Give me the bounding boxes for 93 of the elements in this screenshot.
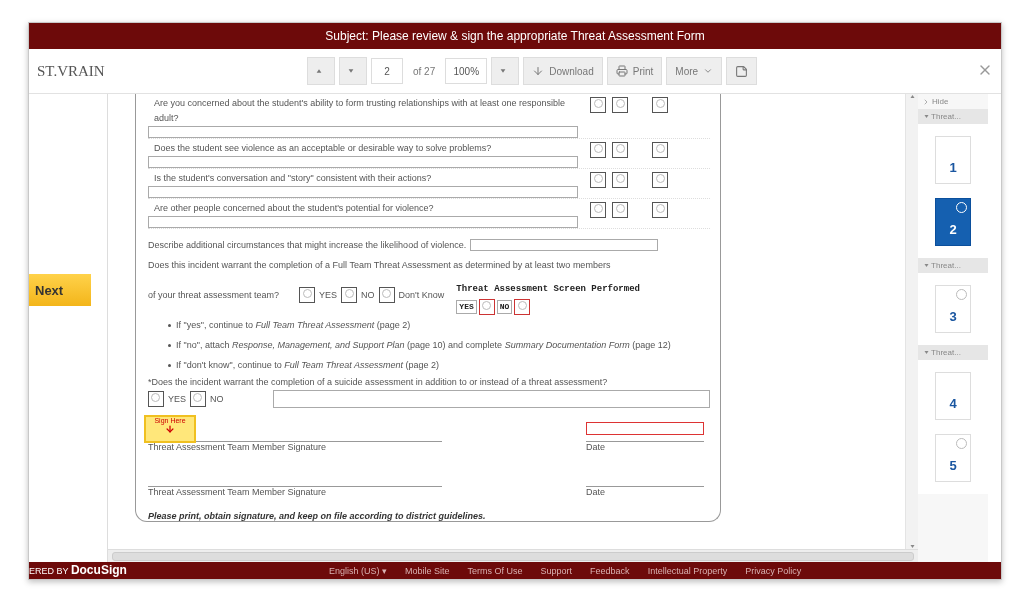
down-triangle-icon [909, 544, 915, 549]
option-label: YES [319, 289, 338, 302]
radio-button[interactable] [652, 142, 668, 158]
radio-button[interactable] [612, 142, 628, 158]
option-label: NO [209, 393, 224, 406]
note-icon [735, 64, 749, 78]
page-thumbnail[interactable]: 1 [935, 136, 971, 184]
more-button[interactable]: More [666, 57, 723, 85]
zoom-field[interactable]: 100% [445, 58, 488, 84]
print-button[interactable]: Print [606, 57, 663, 85]
printer-icon [615, 65, 628, 77]
next-button[interactable]: Next [29, 274, 91, 306]
radio-button[interactable] [612, 172, 628, 188]
radio-button[interactable] [612, 202, 628, 218]
answer-field[interactable] [273, 390, 710, 408]
instruction-text: If "don't know", continue to Full Team Threat Assessment (page 2) [176, 359, 440, 372]
instruction-text: If "no", attach Response, Management, and Support Plan (page 10) and complete Summary Documentation Form (page 12) [176, 339, 671, 352]
up-triangle-icon [909, 94, 915, 99]
page-count: of 27 [412, 65, 437, 77]
footer-link[interactable]: Support [540, 564, 573, 577]
horizontal-scrollbar[interactable] [108, 549, 918, 562]
instruction-text: If "yes", continue to Full Team Threat Assessment (page 2) [176, 319, 411, 332]
page-thumbnail[interactable]: 4 [935, 372, 971, 420]
question-text: Are you concerned about the student's ability to form trusting relationships with at least one responsible adult? [153, 97, 566, 125]
bullet-dot [168, 364, 171, 367]
question-text: Does the student see violence as an acceptable or desirable way to solve problems? [153, 142, 493, 155]
option-label: Don't Know [398, 289, 445, 302]
option-label: NO [496, 300, 513, 314]
bullet-dot [168, 324, 171, 327]
page-number-field[interactable]: 2 [371, 58, 403, 84]
radio-button[interactable] [378, 287, 395, 303]
radio-button[interactable] [652, 202, 668, 218]
caret-icon [924, 114, 929, 119]
radio-button[interactable] [514, 299, 531, 315]
footer-link[interactable]: Privacy Policy [745, 564, 802, 577]
up-triangle-icon [316, 68, 322, 74]
answer-field[interactable] [148, 186, 578, 198]
question-text: Is the student's conversation and "story" consistent with their actions? [153, 172, 433, 185]
radio-button[interactable] [612, 97, 628, 113]
option-label: NO [361, 289, 375, 302]
download-button[interactable]: Download [523, 57, 603, 85]
hide-button[interactable]: Hide [918, 94, 988, 109]
page-thumbnail[interactable]: 5 [935, 434, 971, 482]
question-text: Are other people concerned about the student's potential for violence? [153, 202, 435, 215]
radio-button[interactable] [590, 97, 606, 113]
caret-icon [703, 66, 714, 76]
radio-button[interactable] [299, 287, 316, 303]
logo: ST.VRAIN [37, 62, 105, 79]
radio-button[interactable] [148, 391, 164, 407]
footer-link[interactable]: Mobile Site [405, 564, 450, 577]
option-label: YES [167, 393, 186, 406]
question-text: Does this incident warrant the completion of a Full Team Threat Assessment as determined by at least two members [148, 259, 611, 272]
arrow-down-icon [165, 424, 175, 434]
date-label: Date [586, 487, 605, 497]
radio-button[interactable] [590, 172, 606, 188]
answer-field[interactable] [148, 216, 578, 228]
date-field[interactable] [586, 422, 704, 435]
footer-link[interactable]: Feedback [590, 564, 630, 577]
answer-field[interactable] [148, 126, 578, 138]
radio-button[interactable] [478, 299, 495, 315]
bullet-dot [168, 344, 171, 347]
caret-icon [924, 263, 929, 268]
answer-field[interactable] [470, 239, 659, 251]
option-label: YES [456, 300, 477, 314]
chevron-right-icon [922, 97, 930, 106]
caret-icon [924, 350, 929, 355]
footer-link[interactable]: Intellectual Property [647, 564, 728, 577]
question-text: Describe additional circumstances that might increase the likelihood of violence. [148, 239, 467, 252]
footer-link[interactable]: English (US) ▾ [329, 564, 387, 577]
radio-button[interactable] [652, 172, 668, 188]
radio-button[interactable] [341, 287, 358, 303]
download-icon [532, 65, 545, 77]
question-text: of your threat assessment team? [148, 289, 280, 302]
answer-field[interactable] [148, 156, 578, 168]
signature-label: Threat Assessment Team Member Signature [148, 442, 326, 452]
signature-label: Threat Assessment Team Member Signature [148, 487, 326, 497]
date-label: Date [586, 442, 605, 452]
page-thumbnail[interactable]: 3 [935, 285, 971, 333]
radio-button[interactable] [652, 97, 668, 113]
notes-button[interactable] [726, 57, 758, 85]
subject-banner: Subject: Please review & sign the appropriate Threat Assessment Form [29, 23, 1001, 49]
question-text: *Does the incident warrant the completion of a suicide assessment in addition to or instead of a threat assessment? [148, 376, 608, 389]
powered-by-logo: ERED BY DocuSign [29, 563, 128, 578]
footnote-text: Please print, obtain signature, and keep on file according to district guidelines. [148, 511, 487, 521]
radio-button[interactable] [590, 142, 606, 158]
section-label: Threat Assessment Screen Performed [456, 283, 640, 296]
page-thumbnail[interactable]: 2 [935, 198, 971, 246]
radio-button[interactable] [590, 202, 606, 218]
down-triangle-icon [348, 68, 354, 74]
radio-button[interactable] [189, 391, 206, 407]
footer-link[interactable]: Terms Of Use [467, 564, 523, 577]
vertical-scrollbar[interactable] [906, 94, 918, 549]
caret-icon [500, 68, 507, 74]
